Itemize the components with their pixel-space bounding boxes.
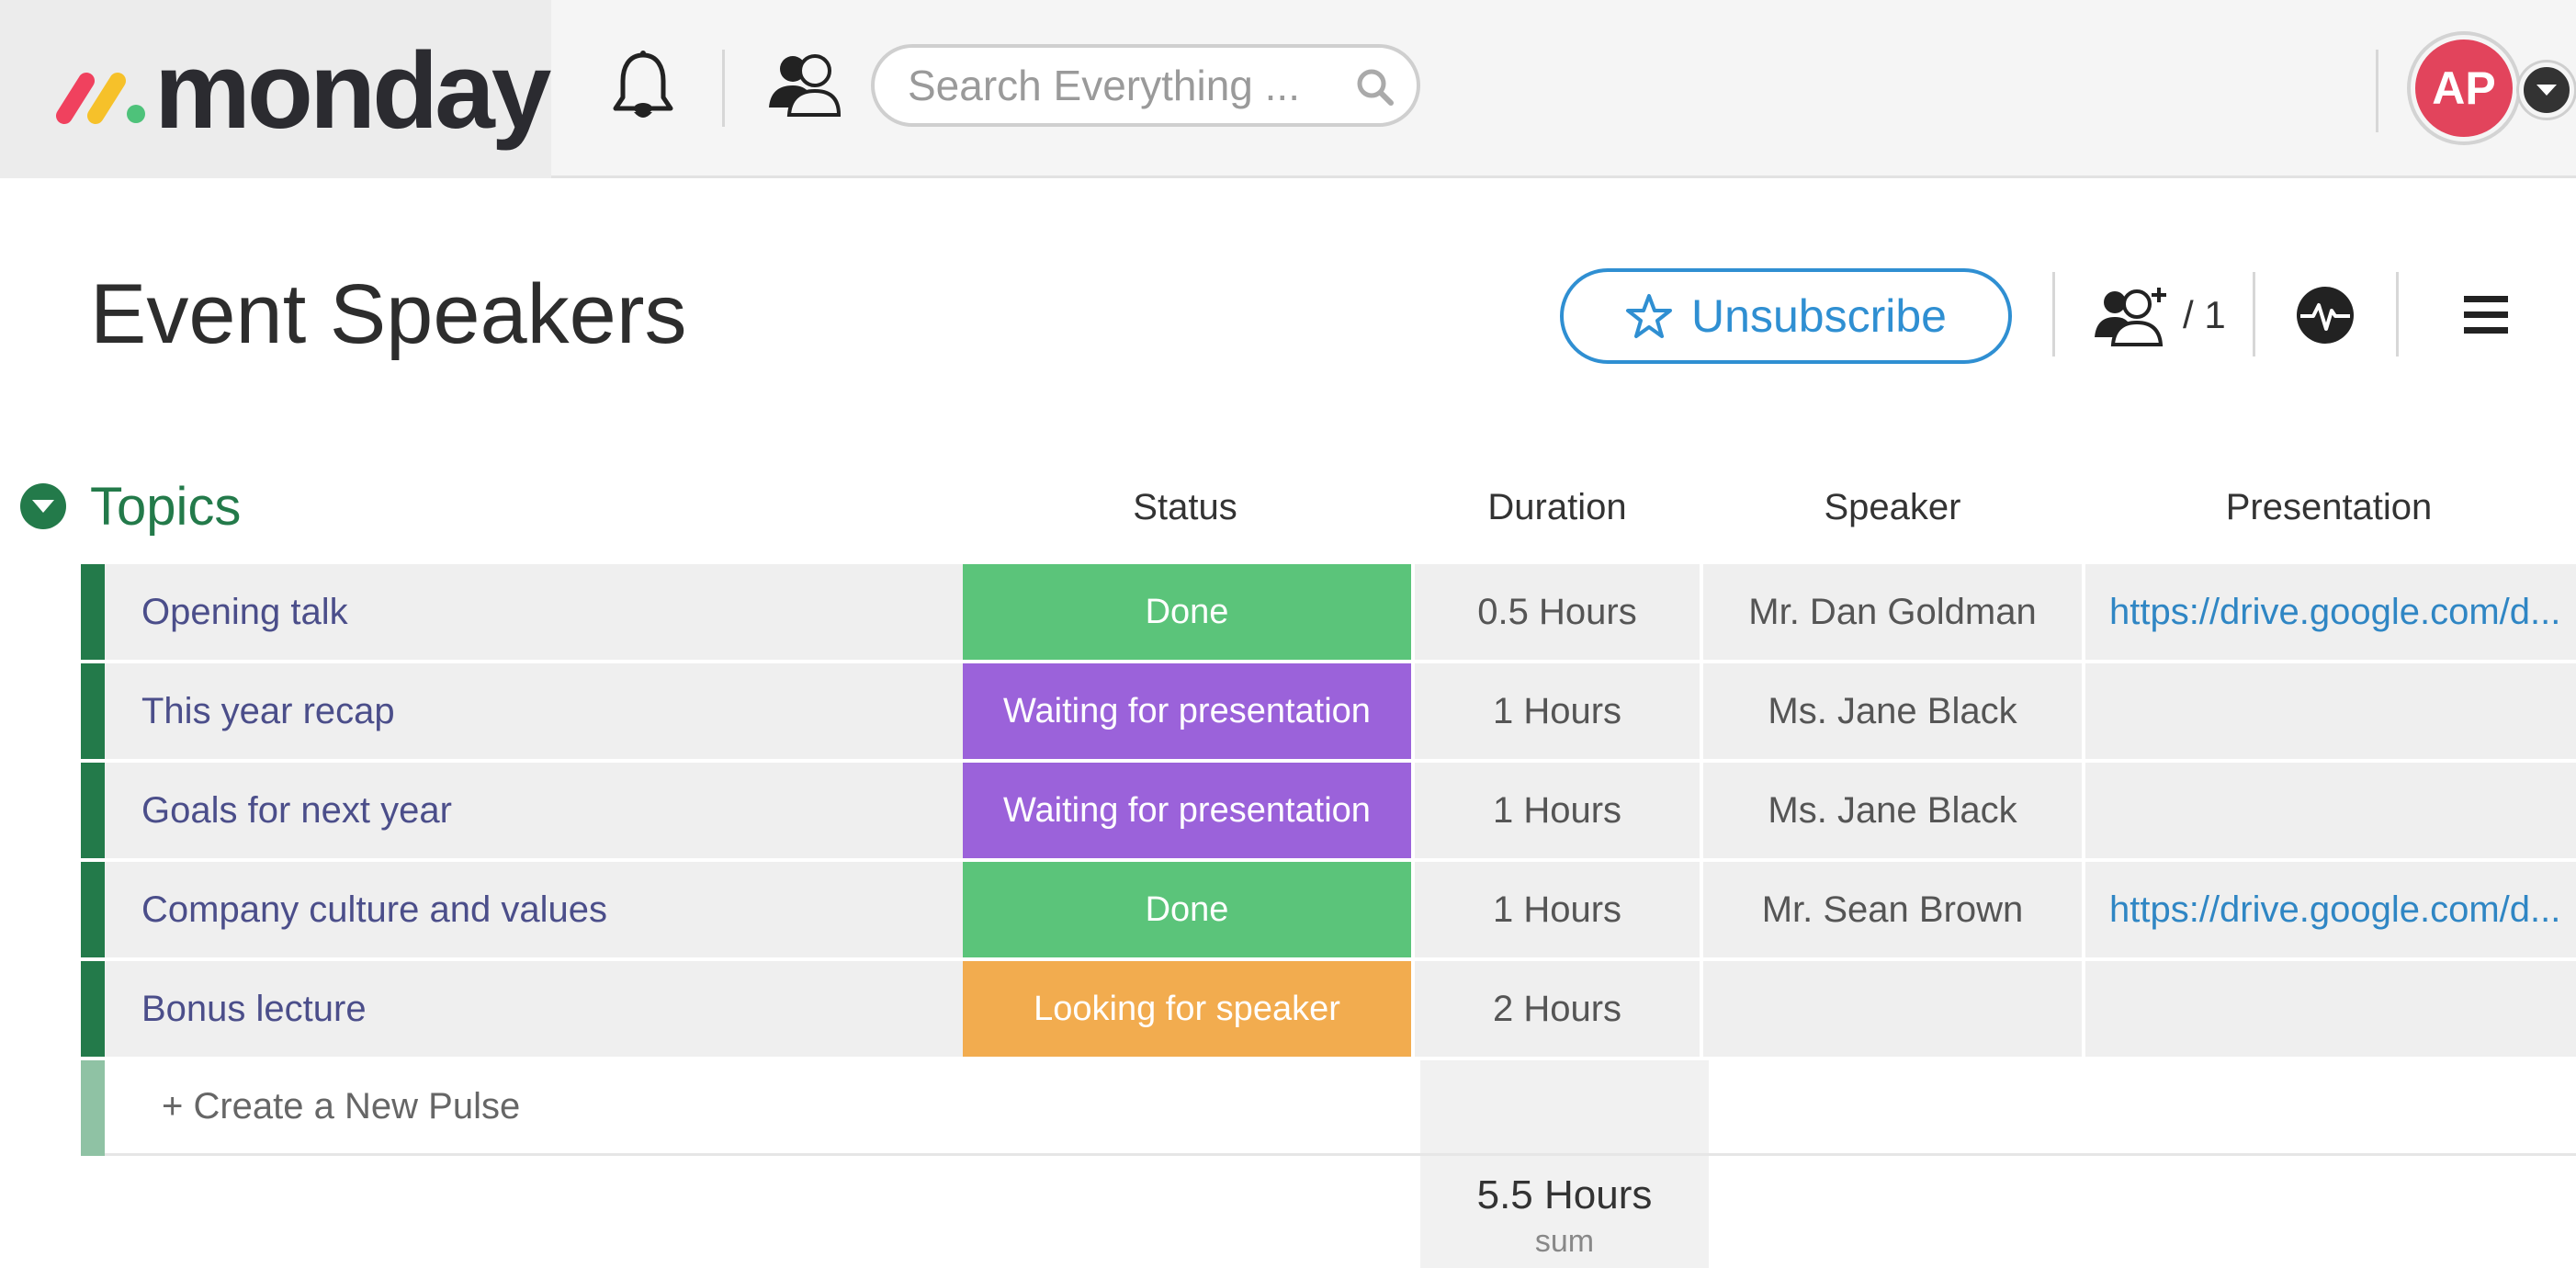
duration-cell[interactable]: 2 Hours <box>1415 961 1700 1057</box>
speaker-cell[interactable] <box>1703 961 2082 1057</box>
group-title[interactable]: Topics <box>90 476 241 538</box>
table-row[interactable]: Company culture and values Done 1 Hours … <box>81 862 2576 957</box>
row-color-bar <box>81 862 105 957</box>
add-member-icon <box>2095 288 2166 346</box>
group-toggle-chevron-down-icon[interactable] <box>20 483 66 529</box>
status-cell[interactable]: Done <box>963 564 1411 660</box>
star-icon <box>1626 294 1673 338</box>
create-row-color-bar <box>81 1060 105 1156</box>
pulse-name[interactable]: Company culture and values <box>105 862 972 957</box>
duration-cell[interactable]: 1 Hours <box>1415 763 1700 858</box>
caret-down-icon[interactable] <box>2519 62 2574 118</box>
column-header-status[interactable]: Status <box>1011 487 1360 528</box>
logo-text: monday <box>154 30 551 152</box>
top-bar: monday AP <box>0 0 2576 178</box>
row-color-bar <box>81 564 105 660</box>
people-icon[interactable] <box>764 48 843 121</box>
speaker-cell[interactable]: Ms. Jane Black <box>1703 763 2082 858</box>
row-color-bar <box>81 961 105 1057</box>
presentation-link[interactable] <box>2085 763 2576 858</box>
pulse-name[interactable]: Opening talk <box>105 564 972 660</box>
header-divider-1 <box>2052 272 2055 357</box>
status-cell[interactable]: Waiting for presentation <box>963 663 1411 759</box>
status-cell[interactable]: Waiting for presentation <box>963 763 1411 858</box>
unsubscribe-label: Unsubscribe <box>1691 290 1947 342</box>
activity-icon[interactable] <box>2295 285 2356 345</box>
duration-sum-value: 5.5 Hours <box>1476 1172 1653 1217</box>
presentation-link[interactable]: https://drive.google.com/d... <box>2085 862 2576 957</box>
table-row[interactable]: Opening talk Done 0.5 Hours Mr. Dan Gold… <box>81 564 2576 660</box>
board-title: Event Speakers <box>90 267 687 361</box>
pulse-name[interactable]: Bonus lecture <box>105 961 972 1057</box>
status-cell[interactable]: Done <box>963 862 1411 957</box>
speaker-cell[interactable]: Mr. Dan Goldman <box>1703 564 2082 660</box>
presentation-link[interactable]: https://drive.google.com/d... <box>2085 564 2576 660</box>
board-members[interactable]: / 1 <box>2093 281 2226 349</box>
search-icon[interactable] <box>1354 66 1396 108</box>
header-divider-2 <box>2253 272 2255 357</box>
duration-cell[interactable]: 0.5 Hours <box>1415 564 1700 660</box>
column-header-presentation[interactable]: Presentation <box>2122 487 2536 528</box>
pulse-name[interactable]: This year recap <box>105 663 972 759</box>
pulse-name[interactable]: Goals for next year <box>105 763 972 858</box>
members-count: / 1 <box>2183 293 2226 336</box>
column-header-speaker[interactable]: Speaker <box>1709 487 2076 528</box>
speaker-cell[interactable]: Ms. Jane Black <box>1703 663 2082 759</box>
row-color-bar <box>81 763 105 858</box>
notifications-bell-icon[interactable] <box>608 48 678 127</box>
table-row[interactable]: Goals for next year Waiting for presenta… <box>81 763 2576 858</box>
monday-logo-icon <box>56 73 145 124</box>
duration-cell[interactable]: 1 Hours <box>1415 862 1700 957</box>
table-row[interactable]: This year recap Waiting for presentation… <box>81 663 2576 759</box>
presentation-link[interactable] <box>2085 663 2576 759</box>
hamburger-menu-icon[interactable] <box>2462 292 2510 338</box>
create-pulse-row[interactable]: + Create a New Pulse <box>81 1060 2576 1156</box>
duration-cell[interactable]: 1 Hours <box>1415 663 1700 759</box>
duration-sum-label: sum <box>1534 1224 1595 1259</box>
topbar-divider-right <box>2376 50 2378 132</box>
table-row[interactable]: Bonus lecture Looking for speaker 2 Hour… <box>81 961 2576 1057</box>
topbar-divider <box>722 50 725 127</box>
user-avatar[interactable]: AP <box>2411 35 2517 142</box>
user-initials: AP <box>2432 62 2496 114</box>
speaker-cell[interactable]: Mr. Sean Brown <box>1703 862 2082 957</box>
search-box[interactable] <box>871 44 1420 127</box>
unsubscribe-button[interactable]: Unsubscribe <box>1560 268 2012 364</box>
search-input[interactable] <box>908 57 1339 114</box>
presentation-link[interactable] <box>2085 961 2576 1057</box>
status-cell[interactable]: Looking for speaker <box>963 961 1411 1057</box>
logo-area[interactable]: monday <box>0 0 551 178</box>
create-pulse-input[interactable]: + Create a New Pulse <box>162 1086 520 1127</box>
column-header-duration[interactable]: Duration <box>1415 487 1700 528</box>
header-divider-3 <box>2396 272 2399 357</box>
row-color-bar <box>81 663 105 759</box>
